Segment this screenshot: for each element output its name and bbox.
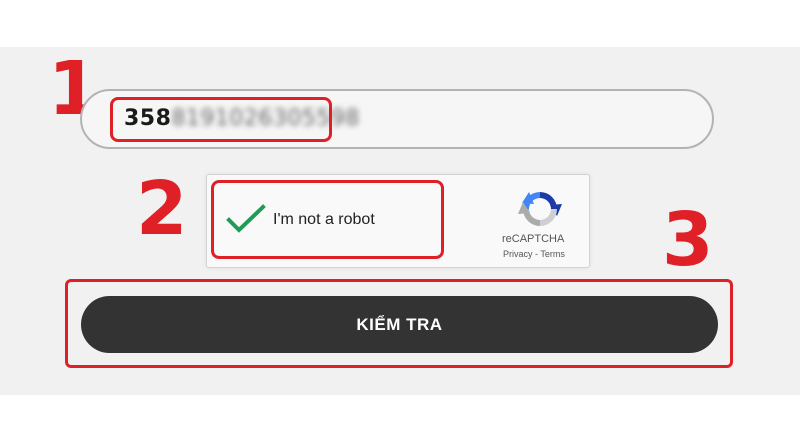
imei-highlight-box bbox=[110, 97, 332, 142]
check-button-label: KIỂM TRA bbox=[356, 314, 443, 334]
step-number-3: 3 bbox=[662, 197, 714, 283]
captcha-highlight-box bbox=[211, 180, 444, 259]
recaptcha-brand: reCAPTCHA bbox=[502, 233, 565, 245]
privacy-link[interactable]: Privacy bbox=[503, 249, 533, 259]
terms-link[interactable]: Terms bbox=[540, 249, 565, 259]
check-button[interactable]: KIỂM TRA bbox=[81, 296, 718, 353]
recaptcha-links: Privacy - Terms bbox=[503, 249, 565, 259]
recaptcha-logo-icon bbox=[518, 192, 562, 226]
step-number-2: 2 bbox=[136, 166, 188, 252]
links-separator: - bbox=[535, 249, 539, 259]
